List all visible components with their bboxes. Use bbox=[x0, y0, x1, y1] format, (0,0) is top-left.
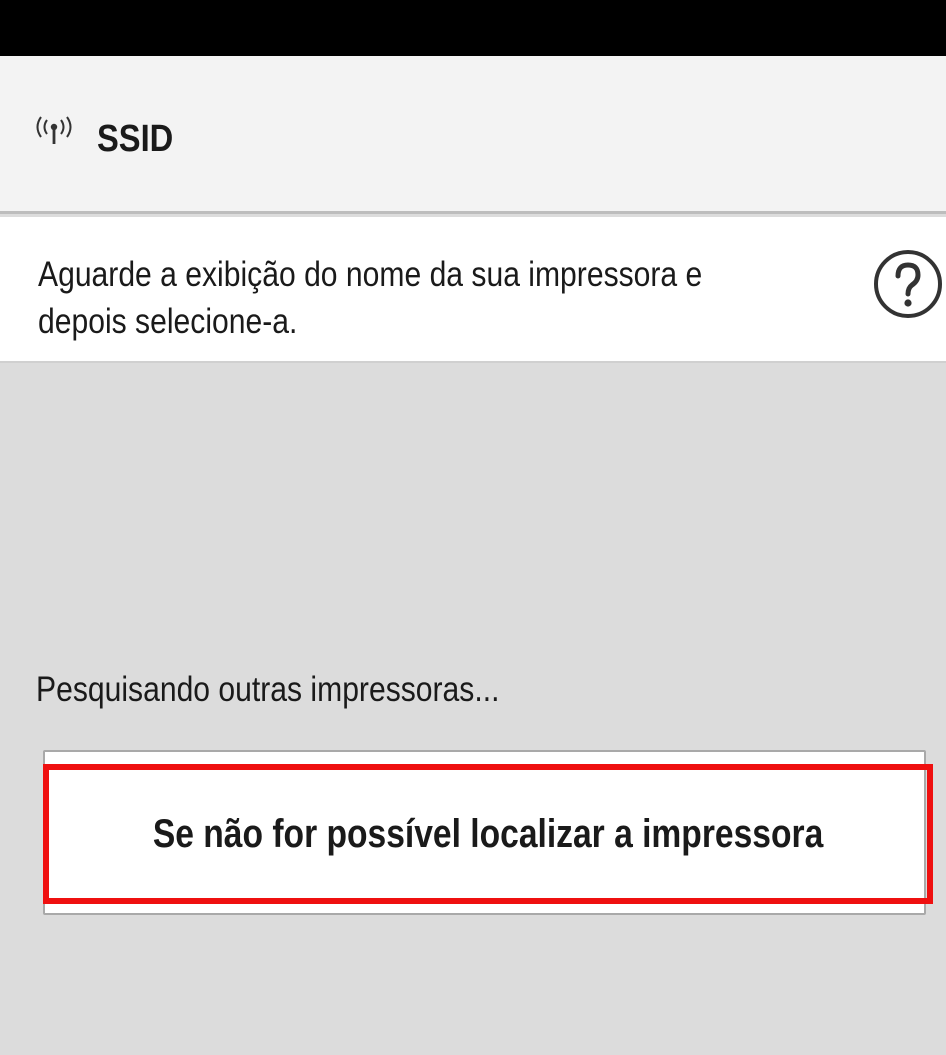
instruction-line-1: Aguarde a exibição do nome da sua impres… bbox=[38, 255, 703, 294]
ssid-header: SSID bbox=[0, 56, 946, 214]
help-button[interactable] bbox=[872, 248, 944, 320]
status-bar bbox=[0, 0, 946, 56]
searching-status: Pesquisando outras impressoras... bbox=[36, 670, 500, 709]
cannot-find-printer-button[interactable]: Se não for possível localizar a impresso… bbox=[49, 770, 927, 898]
instruction-line-2: depois selecione-a. bbox=[38, 302, 298, 341]
ssid-label: SSID bbox=[97, 118, 174, 160]
instruction-panel: Aguarde a exibição do nome da sua impres… bbox=[0, 217, 946, 363]
wireless-signal-icon bbox=[34, 116, 74, 148]
instruction-text: Aguarde a exibição do nome da sua impres… bbox=[38, 251, 812, 345]
cannot-find-printer-label: Se não for possível localizar a impresso… bbox=[152, 811, 824, 856]
help-circle-icon bbox=[874, 250, 942, 318]
printer-search-screen: SSID Aguarde a exibição do nome da sua i… bbox=[0, 0, 946, 1055]
